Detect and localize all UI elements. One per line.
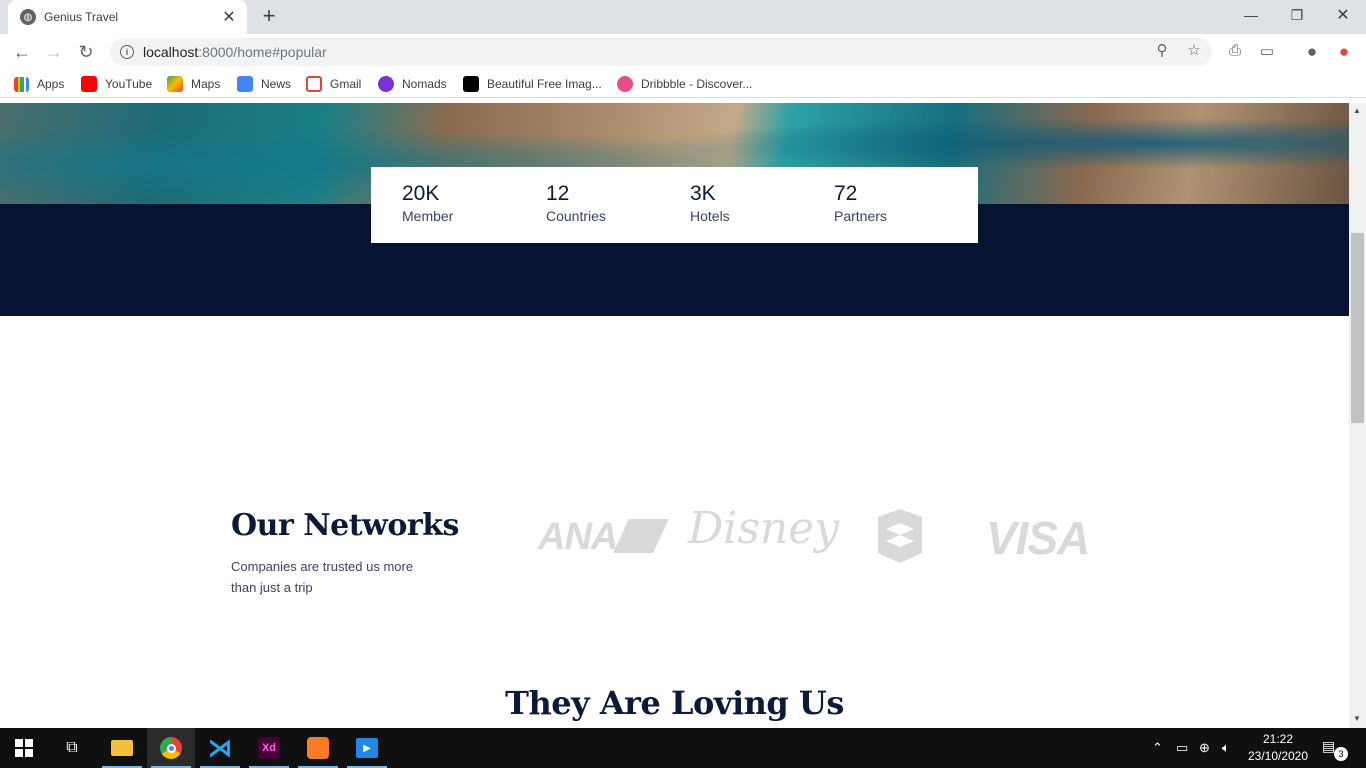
notification-count: 3 bbox=[1334, 747, 1348, 761]
bookmark-maps[interactable]: Maps bbox=[167, 75, 220, 93]
dribbble-icon bbox=[617, 76, 633, 92]
shield-logo bbox=[878, 509, 922, 563]
vscode-icon[interactable]: ⋊ bbox=[196, 728, 244, 768]
disney-logo: Disney bbox=[688, 503, 840, 554]
globe-icon: ◍ bbox=[20, 9, 36, 25]
info-icon[interactable]: i bbox=[120, 45, 134, 59]
scroll-up-arrow[interactable]: ▲ bbox=[1353, 106, 1361, 115]
page-scrollbar[interactable]: ▲ ▼ bbox=[1349, 103, 1366, 728]
gmail-icon bbox=[306, 76, 322, 92]
stat-hotels: 3K Hotels bbox=[690, 181, 834, 243]
restore-button[interactable]: ❐ bbox=[1274, 0, 1320, 30]
stat-countries: 12 Countries bbox=[546, 181, 690, 243]
battery-icon[interactable]: ▭ bbox=[1176, 740, 1188, 756]
adobe-xd-icon[interactable]: Xd bbox=[245, 728, 293, 768]
scroll-down-arrow[interactable]: ▼ bbox=[1353, 714, 1361, 723]
stat-label: Partners bbox=[834, 208, 887, 224]
new-tab-button[interactable]: + bbox=[258, 5, 280, 28]
close-window-button[interactable]: ✕ bbox=[1320, 0, 1366, 30]
task-view-icon[interactable]: ⧉ bbox=[48, 728, 96, 768]
networks-subtitle: Companies are trusted us more than just … bbox=[231, 559, 414, 595]
scrollbar-thumb[interactable] bbox=[1351, 233, 1364, 423]
stat-value: 12 bbox=[546, 182, 570, 205]
network-icon[interactable]: ⊕ bbox=[1199, 740, 1210, 756]
visa-logo: VISA bbox=[986, 512, 1090, 564]
bookmark-gmail[interactable]: Gmail bbox=[306, 75, 361, 93]
extension-icon[interactable]: ● bbox=[1334, 42, 1354, 62]
browser-tab[interactable]: ◍ Genius Travel ✕ bbox=[8, 0, 247, 34]
stat-value: 20K bbox=[402, 182, 440, 205]
bookmark-unsplash[interactable]: Beautiful Free Imag... bbox=[463, 75, 602, 93]
cast-icon[interactable]: ▭ bbox=[1257, 42, 1277, 62]
tray-overflow-icon[interactable]: ⌃ bbox=[1152, 740, 1163, 756]
bookmark-nomads[interactable]: Nomads bbox=[378, 75, 447, 93]
tab-strip: ◍ Genius Travel ✕ + — ❐ ✕ bbox=[0, 0, 1366, 34]
apps-grid-icon bbox=[14, 76, 29, 92]
browser-toolbar: ← → ↻ i localhost:8000/home#popular ⚲ ☆ … bbox=[0, 34, 1366, 70]
clock-date: 23/10/2020 bbox=[1247, 749, 1309, 763]
back-button[interactable]: ← bbox=[10, 40, 34, 64]
stat-value: 72 bbox=[834, 182, 858, 205]
bookmark-star-icon[interactable]: ☆ bbox=[1184, 41, 1204, 61]
chrome-icon[interactable] bbox=[147, 728, 195, 768]
minimize-button[interactable]: — bbox=[1228, 0, 1274, 30]
zoom-icon[interactable]: ⚲ bbox=[1152, 41, 1172, 61]
stats-card: 20K Member 12 Countries 3K Hotels 72 Par… bbox=[371, 167, 978, 243]
reload-button[interactable]: ↻ bbox=[74, 40, 98, 64]
news-icon bbox=[237, 76, 253, 92]
print-icon[interactable]: ⎙ bbox=[1225, 42, 1245, 62]
bookmark-youtube[interactable]: YouTube bbox=[81, 75, 152, 93]
stat-label: Countries bbox=[546, 208, 606, 224]
youtube-icon bbox=[81, 76, 97, 92]
file-explorer-icon[interactable] bbox=[98, 728, 146, 768]
media-player-icon[interactable]: ▶ bbox=[343, 728, 391, 768]
close-tab-icon[interactable]: ✕ bbox=[221, 7, 237, 27]
stat-label: Hotels bbox=[690, 208, 730, 224]
windows-start-icon[interactable] bbox=[0, 728, 48, 768]
tab-title: Genius Travel bbox=[44, 10, 119, 24]
address-bar[interactable]: i localhost:8000/home#popular bbox=[110, 38, 1212, 66]
unsplash-icon bbox=[463, 76, 479, 92]
bookmark-apps[interactable]: Apps bbox=[14, 75, 64, 93]
forward-button[interactable]: → bbox=[42, 40, 66, 64]
xampp-icon[interactable] bbox=[294, 728, 342, 768]
volume-icon[interactable]: 🔈︎ bbox=[1222, 740, 1230, 756]
profile-icon[interactable]: ● bbox=[1302, 42, 1322, 62]
page-content: 20K Member 12 Countries 3K Hotels 72 Par… bbox=[0, 103, 1349, 728]
notification-center-icon[interactable]: ▤ 3 bbox=[1322, 738, 1348, 761]
stat-partners: 72 Partners bbox=[834, 181, 978, 243]
maps-icon bbox=[167, 76, 183, 92]
windows-taskbar: ⧉ ⋊ Xd ▶ ⌃ ▭ ⊕ 🔈︎ 21:22 23/10/2020 ▤ 3 bbox=[0, 728, 1366, 768]
clock-time: 21:22 bbox=[1262, 732, 1294, 746]
stat-value: 3K bbox=[690, 182, 716, 205]
testimonials-title: They Are Loving Us bbox=[505, 684, 844, 722]
bookmark-dribbble[interactable]: Dribbble - Discover... bbox=[617, 75, 752, 93]
networks-title: Our Networks bbox=[231, 508, 459, 543]
nomads-icon bbox=[378, 76, 394, 92]
bookmarks-bar: Apps YouTube Maps News Gmail Nomads Beau… bbox=[0, 70, 1366, 98]
url-text: localhost:8000/home#popular bbox=[143, 44, 327, 60]
stat-label: Member bbox=[402, 208, 454, 224]
system-clock[interactable]: 21:22 23/10/2020 bbox=[1244, 731, 1312, 765]
bookmark-news[interactable]: News bbox=[237, 75, 291, 93]
stat-member: 20K Member bbox=[402, 181, 546, 243]
ana-logo: ANA bbox=[538, 516, 670, 559]
